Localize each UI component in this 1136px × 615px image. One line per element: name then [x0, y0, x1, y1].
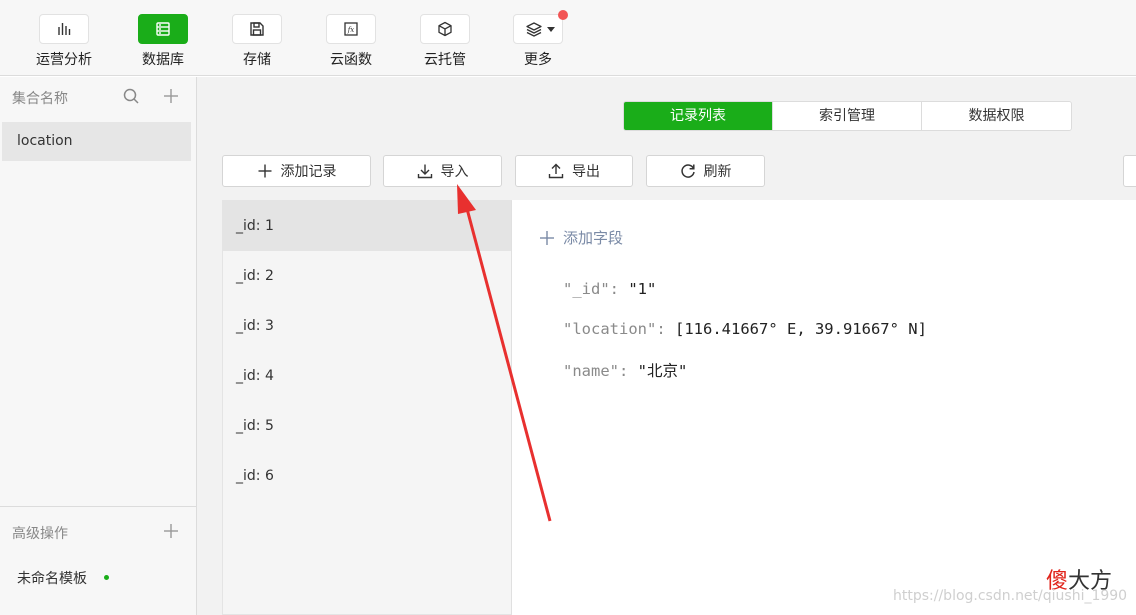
- upload-icon: [548, 163, 564, 179]
- watermark-url: https://blog.csdn.net/qiushi_1990: [893, 588, 1128, 604]
- field-value: "1": [628, 280, 657, 298]
- field-separator: :: [619, 362, 638, 380]
- collection-heading: 集合名称: [12, 91, 68, 107]
- record-item[interactable]: _id: 2: [223, 251, 511, 301]
- toolbar-item-cloud-function[interactable]: fx 云函数: [306, 14, 396, 70]
- button-label: 刷新: [703, 164, 732, 180]
- record-item[interactable]: _id: 5: [223, 401, 511, 451]
- field-separator: :: [609, 280, 629, 298]
- search-icon[interactable]: [122, 87, 140, 105]
- field-row[interactable]: "name": "北京": [563, 359, 687, 381]
- field-value: [116.41667° E, 39.91667° N]: [675, 320, 927, 338]
- plus-icon: [540, 230, 554, 245]
- sidebar-divider: [0, 506, 196, 507]
- add-field-label: 添加字段: [563, 229, 624, 247]
- refresh-button[interactable]: 刷新: [646, 155, 765, 187]
- field-row[interactable]: "_id": "1": [563, 280, 656, 298]
- save-icon: [250, 22, 264, 36]
- notification-dot: [558, 10, 568, 20]
- record-item[interactable]: _id: 4: [223, 351, 511, 401]
- toolbar-item-cloud-hosting[interactable]: 云托管: [400, 14, 490, 70]
- status-dot: [104, 575, 109, 580]
- record-detail: 添加字段 "_id": "1" "location": [116.41667° …: [512, 200, 1136, 615]
- field-separator: :: [656, 320, 675, 338]
- tab-data-permissions[interactable]: 数据权限: [922, 102, 1071, 130]
- plus-icon: [258, 164, 271, 178]
- toolbar-label: 运营分析: [36, 52, 92, 68]
- toolbar-label: 云托管: [424, 52, 466, 68]
- advanced-heading: 高级操作: [12, 526, 68, 542]
- top-toolbar: 运营分析 数据库 存储 fx 云函数 云托管 更多: [0, 0, 1136, 76]
- database-icon: [156, 22, 170, 36]
- button-label: 添加记录: [280, 164, 337, 180]
- record-item[interactable]: _id: 1: [223, 201, 511, 251]
- record-item[interactable]: _id: 6: [223, 451, 511, 501]
- add-template-icon[interactable]: [162, 522, 180, 540]
- toolbar-item-storage[interactable]: 存储: [212, 14, 302, 70]
- record-list: _id: 1 _id: 2 _id: 3 _id: 4 _id: 5 _id: …: [222, 200, 512, 615]
- button-label: 导出: [572, 164, 600, 180]
- import-button[interactable]: 导入: [383, 155, 502, 187]
- svg-text:fx: fx: [347, 26, 355, 34]
- toolbar-item-analytics[interactable]: 运营分析: [19, 14, 109, 70]
- tab-record-list[interactable]: 记录列表: [624, 102, 773, 130]
- add-collection-icon[interactable]: [162, 87, 180, 105]
- toolbar-label: 更多: [524, 52, 552, 68]
- toolbar-label: 存储: [243, 52, 271, 68]
- collection-item-location[interactable]: location: [2, 122, 191, 161]
- tab-index-management[interactable]: 索引管理: [773, 102, 922, 130]
- cube-icon: [438, 21, 452, 37]
- bar-chart-icon: [58, 23, 71, 35]
- layers-icon: [526, 22, 542, 37]
- toolbar-item-database[interactable]: 数据库: [118, 14, 208, 70]
- toolbar-label: 云函数: [330, 52, 372, 68]
- toolbar-item-more[interactable]: 更多: [493, 10, 583, 70]
- toolbar-label: 数据库: [142, 52, 184, 68]
- add-record-button[interactable]: 添加记录: [222, 155, 371, 187]
- export-button[interactable]: 导出: [515, 155, 633, 187]
- field-value: "北京": [637, 362, 688, 380]
- app-window: 运营分析 数据库 存储 fx 云函数 云托管 更多 集合名称 location …: [0, 0, 1136, 615]
- field-row[interactable]: "location": [116.41667° E, 39.91667° N]: [563, 320, 927, 338]
- search-box-edge[interactable]: [1123, 155, 1136, 187]
- add-field-button[interactable]: 添加字段: [539, 227, 623, 248]
- main-panel: 记录列表 索引管理 数据权限 添加记录 导入 导出 刷新 _id: 1 _id:…: [197, 77, 1136, 615]
- template-item[interactable]: 未命名模板: [17, 568, 87, 588]
- button-label: 导入: [440, 164, 469, 180]
- collection-sidebar: 集合名称 location 高级操作 未命名模板: [0, 77, 197, 615]
- function-icon: fx: [344, 22, 358, 36]
- refresh-icon: [680, 164, 695, 178]
- chevron-down-icon: [547, 27, 555, 32]
- field-key: "location": [563, 320, 657, 338]
- view-tabs: 记录列表 索引管理 数据权限: [623, 101, 1072, 131]
- record-item[interactable]: _id: 3: [223, 301, 511, 351]
- download-icon: [417, 164, 432, 179]
- field-key: "_id": [563, 280, 610, 298]
- field-key: "name": [563, 362, 619, 380]
